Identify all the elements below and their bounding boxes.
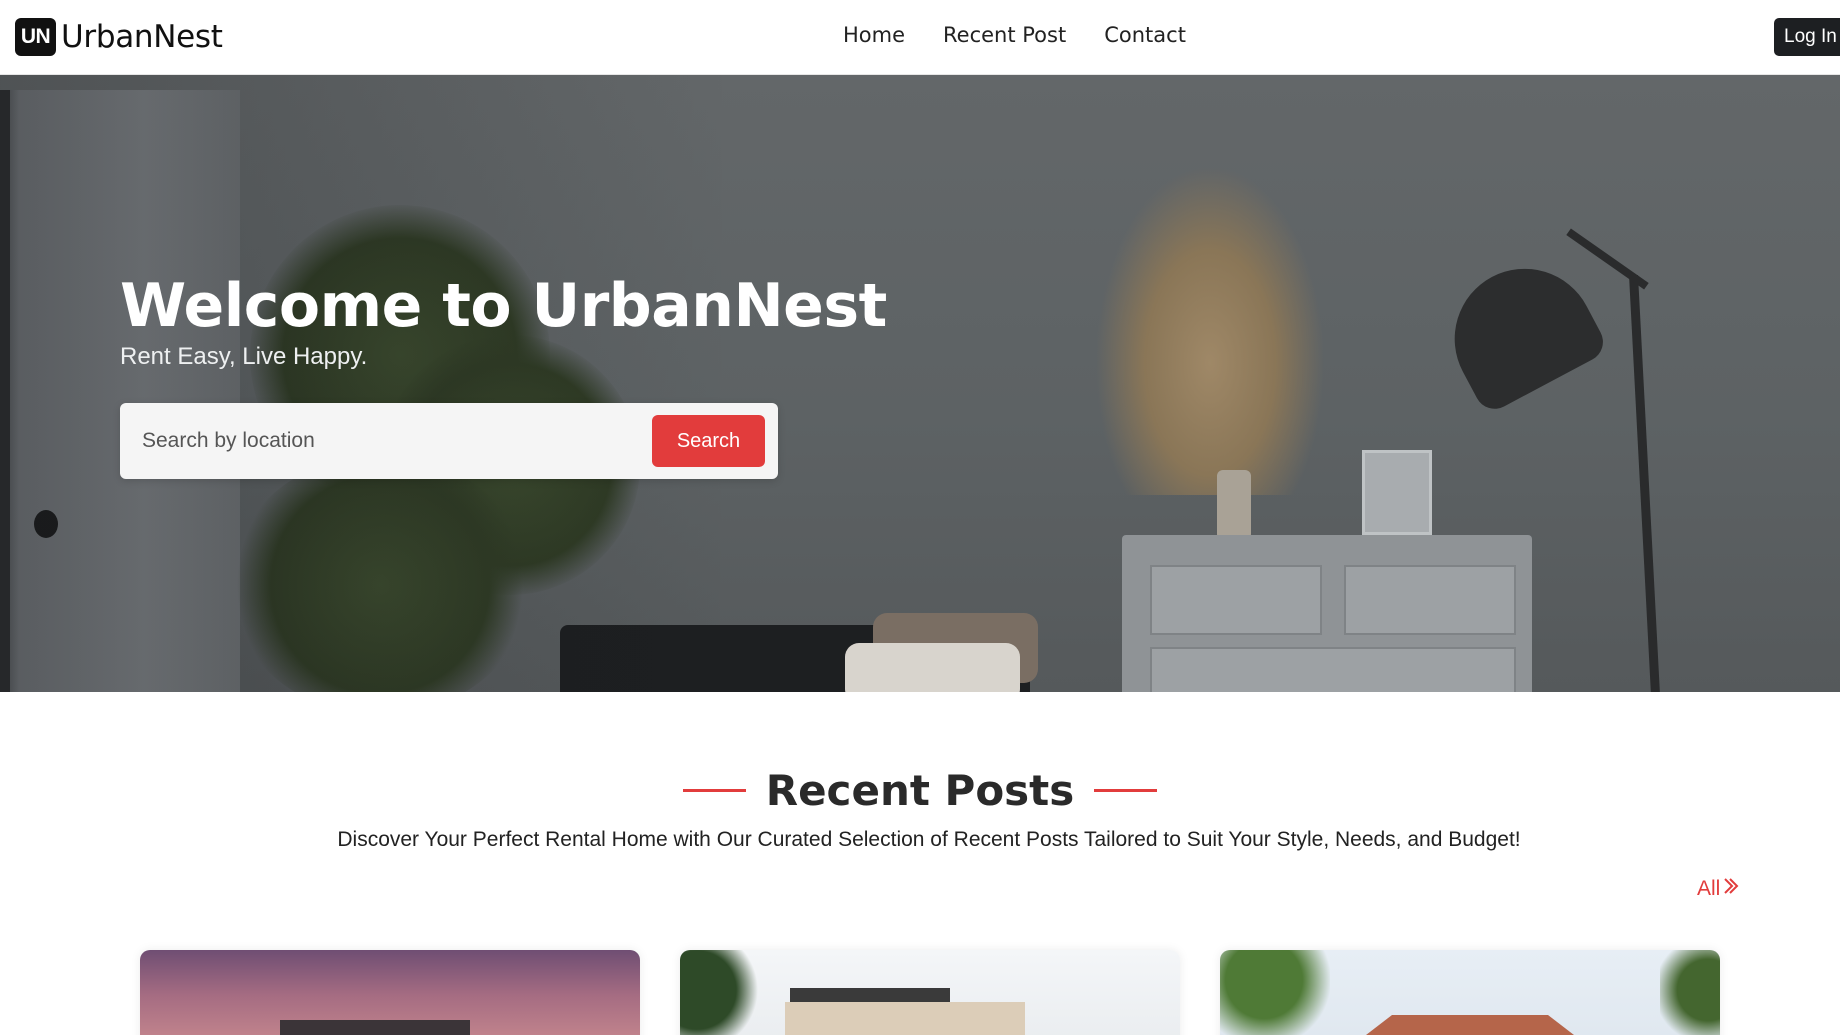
search-input[interactable] bbox=[142, 421, 642, 461]
nav-link-contact[interactable]: Contact bbox=[1104, 23, 1186, 47]
title-divider-left bbox=[682, 788, 746, 792]
recent-posts-header: Recent Posts bbox=[0, 765, 1840, 815]
hero-section: Welcome to UrbanNest Rent Easy, Live Hap… bbox=[0, 75, 1840, 692]
post-card-1[interactable] bbox=[140, 950, 640, 1035]
post-card-image bbox=[1340, 1015, 1600, 1035]
hero-title: Welcome to UrbanNest bbox=[120, 271, 887, 341]
nav-link-home[interactable]: Home bbox=[843, 23, 905, 47]
nav-link-recent-post[interactable]: Recent Post bbox=[943, 23, 1066, 47]
brand-logo[interactable]: UN UrbanNest bbox=[15, 18, 223, 56]
hero-subtitle: Rent Easy, Live Happy. bbox=[120, 343, 368, 370]
logo-badge: UN bbox=[15, 18, 56, 56]
post-card-2[interactable] bbox=[680, 950, 1180, 1035]
double-chevron-right-icon bbox=[1723, 877, 1739, 901]
section-description: Discover Your Perfect Rental Home with O… bbox=[337, 828, 1521, 851]
search-button[interactable]: Search bbox=[652, 415, 765, 467]
post-card-image bbox=[785, 1002, 1025, 1035]
brand-name: UrbanNest bbox=[61, 19, 223, 55]
search-bar: Search bbox=[120, 403, 778, 479]
main-nav: Home Recent Post Contact bbox=[843, 23, 1186, 47]
post-card-image bbox=[280, 1020, 470, 1035]
section-title: Recent Posts bbox=[765, 765, 1075, 815]
navbar: UN UrbanNest Home Recent Post Contact Lo… bbox=[0, 0, 1840, 75]
post-card-3[interactable] bbox=[1220, 950, 1720, 1035]
title-divider-right bbox=[1094, 788, 1158, 792]
view-all-label: All bbox=[1697, 877, 1721, 900]
login-button[interactable]: Log In bbox=[1774, 18, 1840, 56]
view-all-link[interactable]: All bbox=[1697, 877, 1739, 901]
